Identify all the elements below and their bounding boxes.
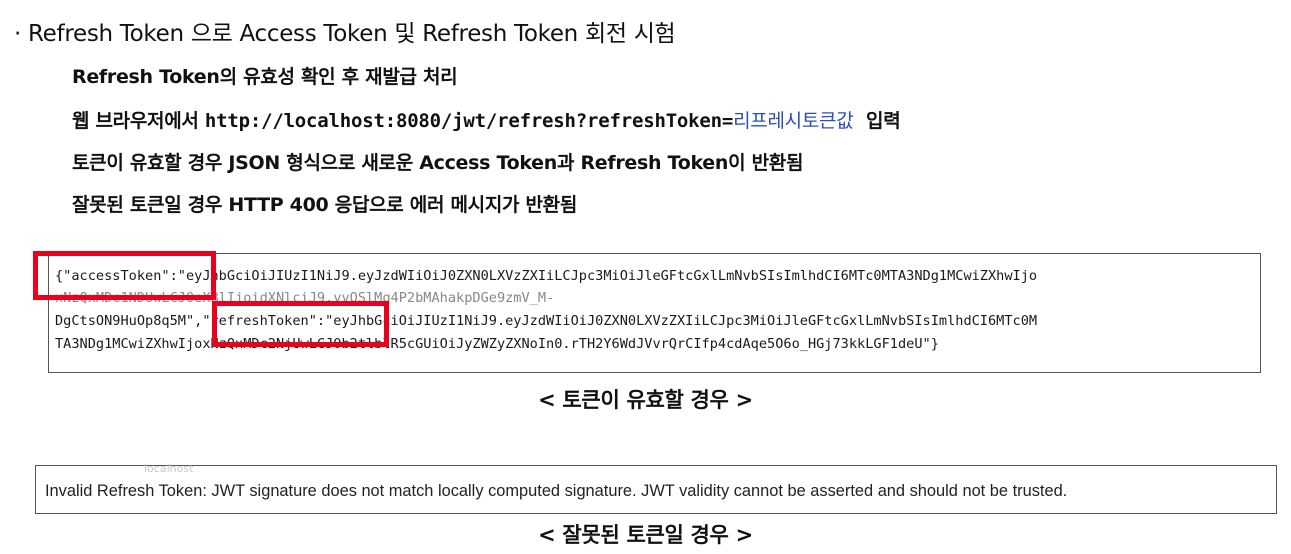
refresh-url: http://localhost:8080/jwt/refresh?refres…: [204, 110, 734, 132]
bullet-browser-request: 웹 브라우저에서 http://localhost:8080/jwt/refre…: [72, 106, 901, 133]
error-message: Invalid Refresh Token: JWT signature doe…: [45, 482, 1068, 500]
bullet-reissue: Refresh Token의 유효성 확인 후 재발급 처리: [72, 66, 458, 88]
json-line-3: DgCtsON9HuOp8q5M","refreshToken":"eyJhbG…: [55, 313, 1038, 329]
bullet-browser-suffix: 입력: [853, 110, 901, 132]
json-line-4: TA3NDg1MCwiZXhwIjoxNzQxMDc2NjUwLCJ0b2tlb…: [55, 336, 939, 352]
ghost-text: localhost: [144, 462, 194, 475]
refresh-token-highlight: [212, 301, 389, 347]
access-token-highlight: [33, 251, 216, 300]
invalid-caption: < 잘못된 토큰일 경우 >: [538, 523, 753, 547]
bullet-browser-prefix: 웹 브라우저에서: [72, 110, 205, 132]
bullet-valid-result: 토큰이 유효할 경우 JSON 형식으로 새로운 Access Token과 R…: [72, 152, 804, 174]
section-heading: · Refresh Token 으로 Access Token 및 Refres…: [14, 21, 676, 47]
invalid-response-panel: localhost Invalid Refresh Token: JWT sig…: [35, 462, 1277, 514]
refresh-token-placeholder: 리프레시토큰값: [733, 110, 854, 132]
bullet-invalid-result: 잘못된 토큰일 경우 HTTP 400 응답으로 에러 메시지가 반환됨: [72, 194, 578, 216]
valid-caption: < 토큰이 유효할 경우 >: [538, 388, 753, 412]
